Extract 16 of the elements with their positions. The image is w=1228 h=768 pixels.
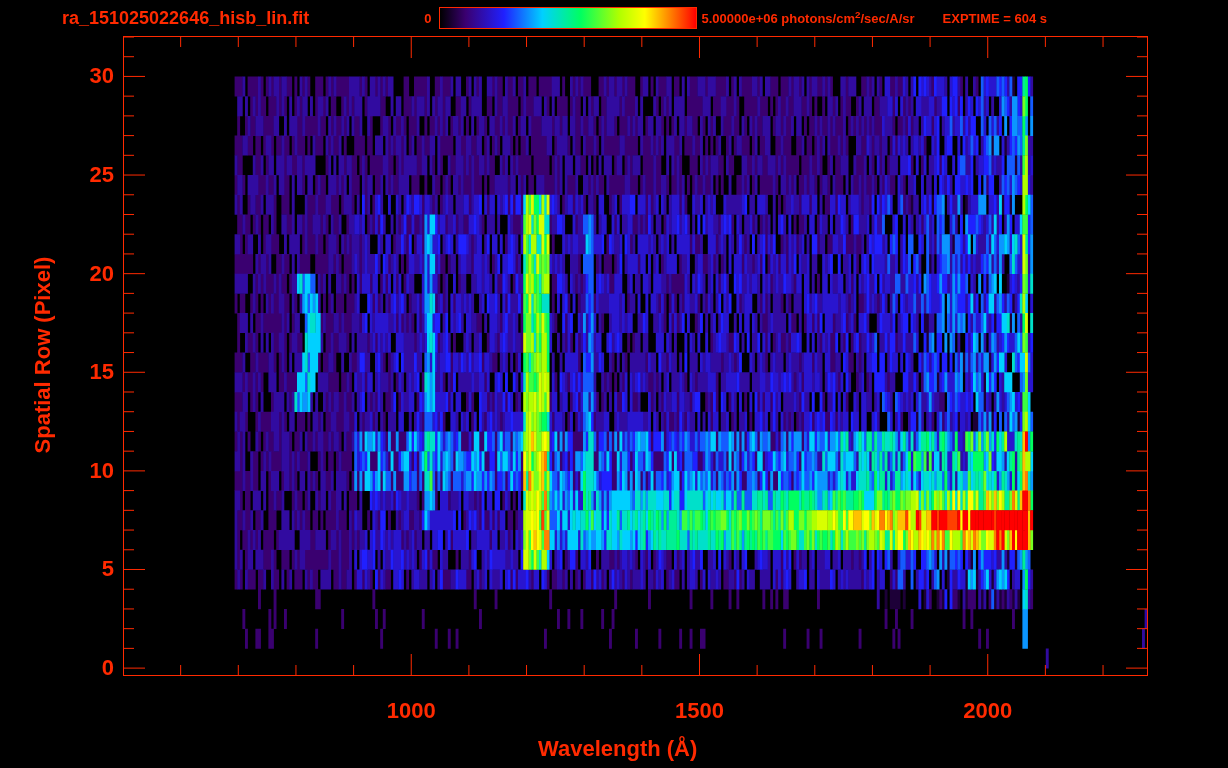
x-tick-label: 1000	[385, 700, 437, 722]
scale-min-label: 0	[424, 11, 432, 25]
scale-max-label: 5.00000e+06 photons/cm$^{2}$/sec/A/sr	[701, 11, 915, 25]
x-tick-label: 1500	[674, 700, 725, 722]
y-axis-title: Spatial Row (Pixel)	[32, 255, 54, 456]
x-tick-label: 2000	[962, 700, 1014, 722]
exposure-time: EXPTIME = 604 s	[942, 11, 1048, 25]
x-axis-title: Wavelength (Å)	[538, 738, 698, 760]
y-tick-label: 10	[89, 459, 114, 482]
y-tick-label: 5	[101, 558, 114, 581]
y-tick-label: 15	[89, 361, 114, 384]
y-tick-label: 30	[89, 65, 114, 88]
y-tick-label: 25	[89, 164, 114, 187]
file-title: ra_151025022646_hisb_lin.fit	[62, 9, 310, 27]
y-tick-label: 20	[89, 262, 114, 285]
y-tick-label: 0	[101, 657, 114, 680]
